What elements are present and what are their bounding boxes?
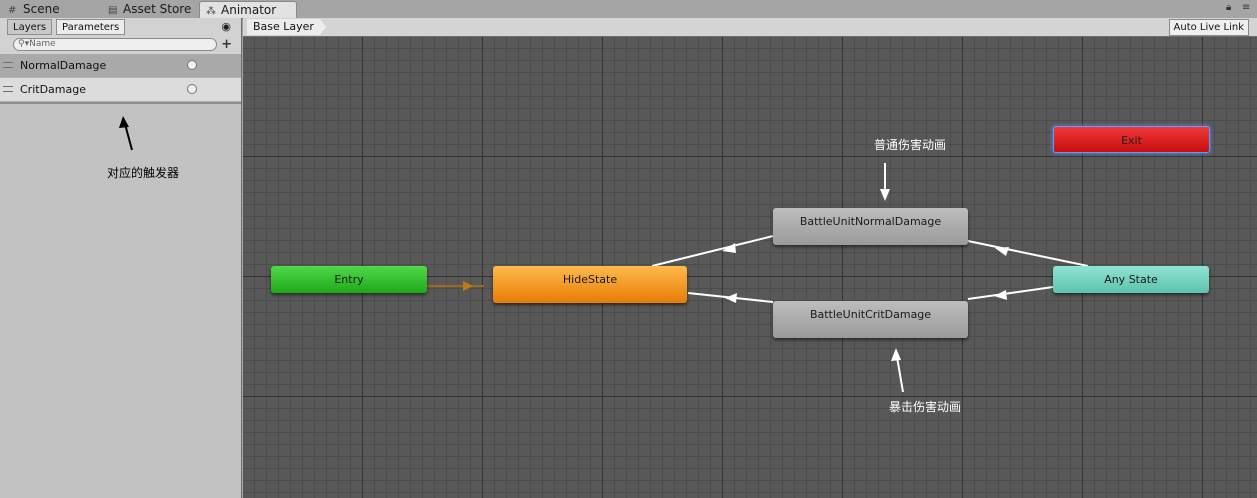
tab-scene[interactable]: # Scene [2, 1, 100, 18]
menu-icon[interactable]: ≡ [1242, 2, 1250, 13]
annotation-crit: 暴击伤害动画 [889, 400, 962, 414]
state-crit-damage[interactable]: BattleUnitCritDamage [773, 301, 968, 338]
drag-handle-icon[interactable] [3, 86, 13, 92]
parameter-row[interactable]: NormalDamage [0, 54, 241, 78]
state-label: Any State [1104, 273, 1158, 286]
trigger-radio[interactable] [187, 60, 197, 70]
state-label: BattleUnitNormalDamage [799, 215, 942, 228]
parameter-row[interactable]: CritDamage [0, 78, 241, 102]
state-entry[interactable]: Entry [271, 266, 427, 293]
search-row: ⚲▾Name + [0, 36, 241, 54]
panel-tab-bar: Layers Parameters ◉ [0, 18, 241, 37]
grid-icon: # [8, 5, 17, 16]
state-label: BattleUnitCritDamage [809, 308, 932, 321]
store-icon: ▤ [108, 5, 118, 16]
tab-layers[interactable]: Layers [7, 19, 53, 35]
drag-handle-icon[interactable] [3, 62, 13, 68]
breadcrumb[interactable]: Base Layer [247, 19, 326, 35]
parameter-name: NormalDamage [20, 59, 107, 72]
window-tab-bar: # Scene ▤ Asset Store ⁂ Animator 🔒︎ ≡ [0, 0, 1257, 19]
parameter-name: CritDamage [20, 83, 86, 96]
tab-asset-store[interactable]: ▤ Asset Store [102, 1, 196, 18]
trigger-radio[interactable] [187, 84, 197, 94]
annotation-trigger: 对应的触发器 [107, 166, 180, 180]
state-normal-damage[interactable]: BattleUnitNormalDamage [773, 208, 968, 245]
tab-parameters[interactable]: Parameters [56, 19, 126, 35]
add-parameter-icon[interactable]: + [221, 37, 232, 52]
tab-animator[interactable]: ⁂ Animator [199, 1, 297, 18]
divider [0, 102, 241, 104]
state-label: Exit [1121, 134, 1142, 147]
graph-toolbar: Base Layer Auto Live Link [243, 18, 1257, 37]
state-hide[interactable]: HideState [493, 266, 687, 303]
auto-live-link-button[interactable]: Auto Live Link [1168, 19, 1249, 36]
lock-icon[interactable]: 🔒︎ [1226, 2, 1231, 13]
state-label: Entry [334, 273, 364, 286]
state-exit[interactable]: Exit [1053, 126, 1210, 153]
search-input[interactable]: ⚲▾Name [13, 38, 217, 51]
parameters-panel: Layers Parameters ◉ ⚲▾Name + NormalDamag… [0, 18, 242, 498]
search-icon: ⚲▾ [18, 39, 30, 49]
state-any[interactable]: Any State [1053, 266, 1209, 293]
state-label: HideState [562, 273, 618, 286]
eye-icon[interactable]: ◉ [221, 20, 231, 33]
annotation-normal: 普通伤害动画 [874, 138, 947, 152]
